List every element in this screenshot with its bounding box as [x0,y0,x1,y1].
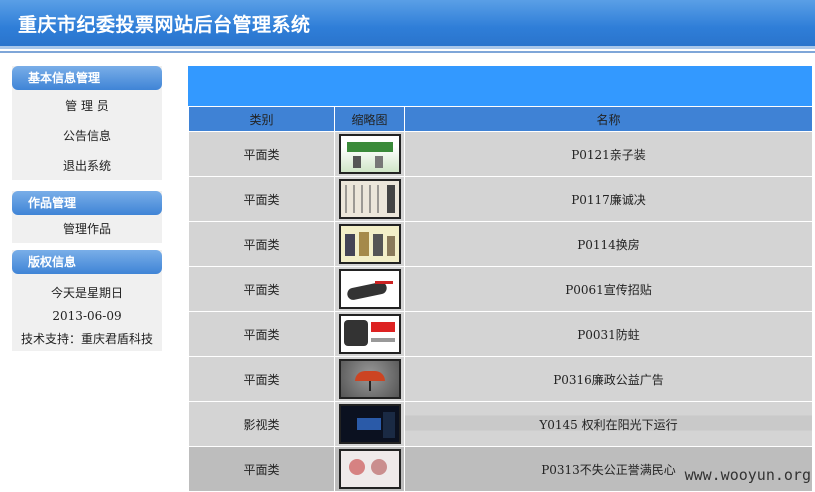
row-name: P0316廉政公益广告 [405,357,813,402]
watermark-text: www.wooyun.org [685,466,811,484]
table-row[interactable]: 平面类 P0061宣传招贴 [189,267,813,312]
sidebar-basic-title: 基本信息管理 [12,66,162,90]
figures-sketch-icon[interactable] [339,179,401,219]
hand-poster-icon[interactable] [339,269,401,309]
works-table: 类别 缩略图 名称 平面类 P0121亲子装 平面类 [188,106,813,492]
sidebar-basic-panel: 基本信息管理 管 理 员 公告信息 退出系统 [12,66,162,180]
sidebar-works-title: 作品管理 [12,191,162,215]
table-row[interactable]: 影视类 Y0145 权利在阳光下运行 [189,402,813,447]
row-category: 平面类 [189,447,335,492]
main-content: 类别 缩略图 名称 平面类 P0121亲子装 平面类 [188,66,812,492]
column-header-category: 类别 [189,107,335,132]
sidebar-copyright-panel: 版权信息 今天是星期日 2013-06-09 技术支持：重庆君盾科技 [12,250,162,351]
jacket-poster-icon[interactable] [339,314,401,354]
header-divider-2 [0,51,815,53]
tech-support-text: 技术支持：重庆君盾科技 [12,327,162,351]
app-title: 重庆市纪委投票网站后台管理系统 [18,10,311,37]
table-row[interactable]: 平面类 P0121亲子装 [189,132,813,177]
row-name: Y0145 权利在阳光下运行 [405,402,813,447]
table-row[interactable]: 平面类 P0114换房 [189,222,813,267]
sidebar-item-admin[interactable]: 管 理 员 [12,91,162,121]
sidebar-copyright-title: 版权信息 [12,250,162,274]
table-row[interactable]: 平面类 P0031防蛀 [189,312,813,357]
red-umbrella-icon[interactable] [339,359,401,399]
sidebar-item-notices[interactable]: 公告信息 [12,121,162,151]
row-name: P0121亲子装 [405,132,813,177]
table-header-row: 类别 缩略图 名称 [189,107,813,132]
family-clothing-icon[interactable] [339,134,401,174]
row-name: P0114换房 [405,222,813,267]
header-divider [0,46,815,49]
table-row[interactable]: 平面类 P0316廉政公益广告 [189,357,813,402]
row-category: 平面类 [189,267,335,312]
row-category: 平面类 [189,357,335,402]
row-category: 平面类 [189,177,335,222]
people-group-icon[interactable] [339,224,401,264]
faces-poster-icon[interactable] [339,449,401,489]
sidebar-works-panel: 作品管理 管理作品 [12,191,162,243]
row-name: P0031防蛀 [405,312,813,357]
sidebar-item-manage-works[interactable]: 管理作品 [12,215,162,243]
content-banner [188,66,812,106]
column-header-name: 名称 [405,107,813,132]
app-header: 重庆市纪委投票网站后台管理系统 [0,0,815,46]
table-row[interactable]: 平面类 P0117廉诚决 [189,177,813,222]
row-category: 影视类 [189,402,335,447]
row-category: 平面类 [189,312,335,357]
weekday-text: 今天是星期日 [12,281,162,305]
sidebar-item-logout[interactable]: 退出系统 [12,151,162,181]
column-header-thumbnail: 缩略图 [335,107,405,132]
row-name: P0117廉诚决 [405,177,813,222]
row-name: P0061宣传招贴 [405,267,813,312]
night-scene-icon[interactable] [339,404,401,444]
date-text: 2013-06-09 [12,305,162,327]
row-category: 平面类 [189,132,335,177]
row-category: 平面类 [189,222,335,267]
